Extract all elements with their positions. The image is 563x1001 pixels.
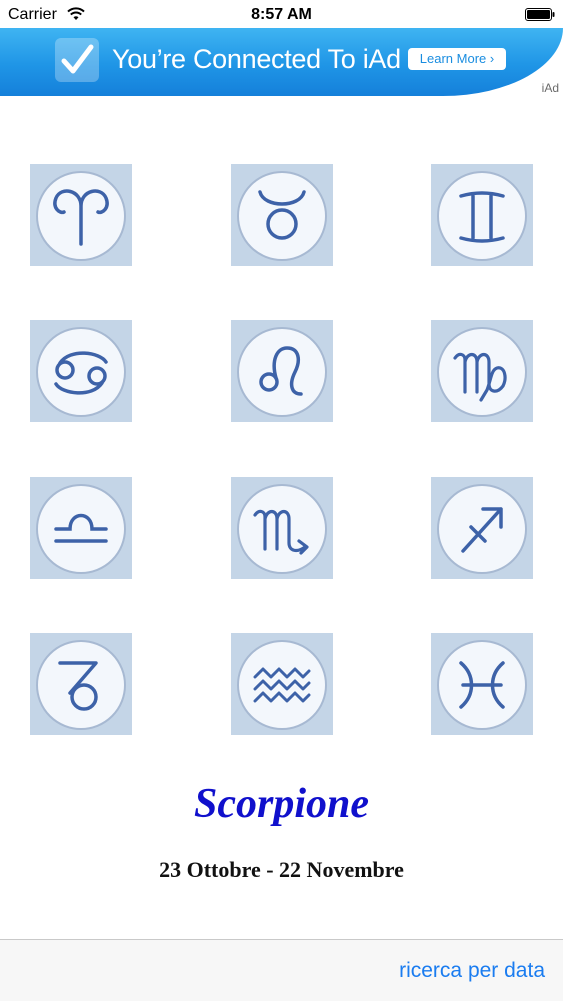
aquarius-icon (231, 633, 333, 735)
cancer-icon (30, 320, 132, 422)
bottom-toolbar: ricerca per data (0, 939, 563, 1001)
sagittarius-icon (431, 477, 533, 579)
capricorn-button[interactable] (30, 633, 132, 735)
sagittarius-button[interactable] (431, 477, 533, 579)
taurus-icon (231, 164, 333, 266)
aquarius-button[interactable] (231, 633, 333, 735)
selected-sign-dates: 23 Ottobre - 22 Novembre (159, 857, 404, 882)
virgo-button[interactable] (431, 320, 533, 422)
aries-button[interactable] (30, 164, 132, 266)
taurus-button[interactable] (231, 164, 333, 266)
gemini-button[interactable] (431, 164, 533, 266)
search-by-date-button[interactable]: ricerca per data (399, 959, 545, 983)
aries-icon (30, 164, 132, 266)
pisces-icon (431, 633, 533, 735)
scorpio-button[interactable] (231, 477, 333, 579)
libra-icon (30, 477, 132, 579)
virgo-icon (431, 320, 533, 422)
scorpio-icon (231, 477, 333, 579)
cancer-button[interactable] (30, 320, 132, 422)
leo-button[interactable] (231, 320, 333, 422)
gemini-icon (431, 164, 533, 266)
pisces-button[interactable] (431, 633, 533, 735)
capricorn-icon (30, 633, 132, 735)
zodiac-grid (0, 0, 563, 760)
libra-button[interactable] (30, 477, 132, 579)
selected-sign-name: Scorpione (193, 781, 369, 827)
leo-icon (231, 320, 333, 422)
